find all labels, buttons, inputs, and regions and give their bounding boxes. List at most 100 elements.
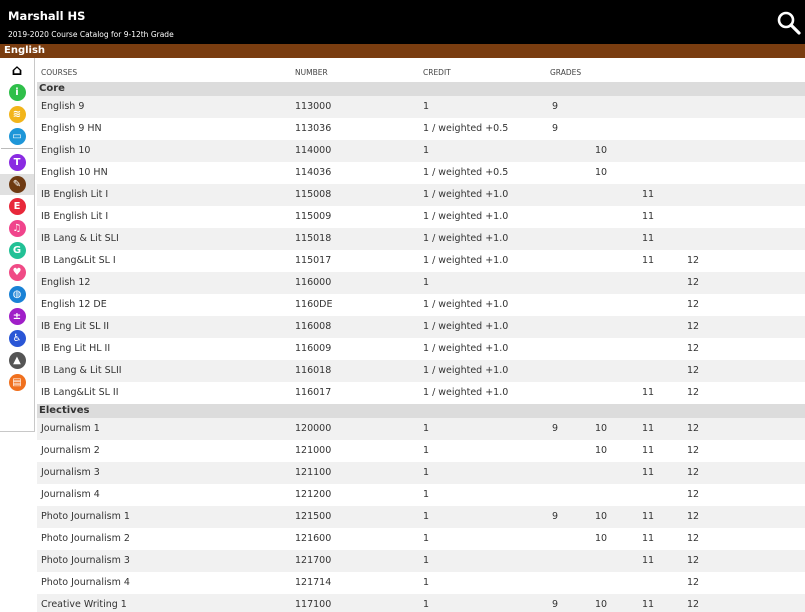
- course-name: Photo Journalism 4: [41, 577, 130, 588]
- grade-11: 11: [642, 423, 655, 434]
- table-row[interactable]: Photo Journalism 1 121500 1 9 10 11 12: [37, 506, 805, 528]
- book-icon: ▭: [8, 128, 26, 145]
- course-name: IB English Lit I: [41, 189, 109, 200]
- sidebar-item-graduation-cap[interactable]: ≋: [0, 104, 34, 125]
- group-header-electives: Electives: [37, 404, 805, 418]
- course-name: English 9 HN: [41, 123, 102, 134]
- course-name: English 12: [41, 277, 91, 288]
- grade-9: 9: [552, 423, 559, 434]
- course-credit: 1: [423, 467, 430, 478]
- translation-icon: T: [8, 154, 26, 171]
- table-row[interactable]: IB Lang & Lit SLII 116018 1 / weighted +1.…: [37, 360, 805, 382]
- table-row[interactable]: Journalism 4 121200 1 12: [37, 484, 805, 506]
- catalog-subtitle: 2019-2020 Course Catalog for 9-12th Grad…: [8, 30, 174, 39]
- table-row[interactable]: IB Lang&Lit SL I 115017 1 / weighted +1.0 1…: [37, 250, 805, 272]
- course-name: Photo Journalism 3: [41, 555, 130, 566]
- course-number: 116008: [295, 321, 332, 332]
- table-row[interactable]: Journalism 1 120000 1 9 10 11 12: [37, 418, 805, 440]
- course-credit: 1: [423, 511, 430, 522]
- table-row[interactable]: Photo Journalism 3 121700 1 11 12: [37, 550, 805, 572]
- table-row[interactable]: IB English Lit I 115008 1 / weighted +1.0 1…: [37, 184, 805, 206]
- sidebar-item-courses[interactable]: ▤: [0, 372, 34, 393]
- sidebar-item-career[interactable]: ▲: [0, 350, 34, 371]
- course-number: 116017: [295, 387, 332, 398]
- sidebar-item-globe[interactable]: ◍: [0, 284, 34, 305]
- table-row[interactable]: IB Lang&Lit SL II 116017 1 / weighted +1.0…: [37, 382, 805, 404]
- table-row[interactable]: IB Eng Lit SL II 116008 1 / weighted +1.0 1…: [37, 316, 805, 338]
- course-number: 115018: [295, 233, 332, 244]
- course-name: Photo Journalism 1: [41, 511, 130, 522]
- table-row[interactable]: English 10 114000 1 10: [37, 140, 805, 162]
- course-credit: 1 / weighted +1.0: [423, 365, 509, 376]
- table-row[interactable]: English 10 HN 114036 1 / weighted +0.5 10: [37, 162, 805, 184]
- course-number: 121100: [295, 467, 332, 478]
- grade-12: 12: [687, 555, 700, 566]
- table-row[interactable]: Journalism 3 121100 1 11 12: [37, 462, 805, 484]
- sidebar-item-heartbeat[interactable]: ♥: [0, 262, 34, 283]
- course-credit: 1 / weighted +1.0: [423, 233, 509, 244]
- grade-11: 11: [642, 511, 655, 522]
- course-number: 114036: [295, 167, 332, 178]
- table-row[interactable]: English 12 DE 1160DE 1 / weighted +1.0 12: [37, 294, 805, 316]
- sidebar-item-book[interactable]: ▭: [0, 126, 34, 147]
- grade-12: 12: [687, 423, 700, 434]
- course-credit: 1 / weighted +0.5: [423, 123, 509, 134]
- course-name: Journalism 3: [41, 467, 100, 478]
- english-e-icon: E: [8, 198, 26, 215]
- grade-11: 11: [642, 533, 655, 544]
- table-row[interactable]: IB Lang & Lit SLI 115018 1 / weighted +1.0…: [37, 228, 805, 250]
- course-credit: 1: [423, 145, 430, 156]
- courses-icon: ▤: [8, 374, 26, 391]
- sidebar-item-accessibility[interactable]: ♿: [0, 328, 34, 349]
- course-name: IB Eng Lit HL II: [41, 343, 111, 354]
- search-icon[interactable]: [776, 10, 802, 36]
- sidebar-item-english-e[interactable]: E: [0, 196, 34, 217]
- table-row[interactable]: Creative Writing 1 117100 1 9 10 11 12: [37, 594, 805, 612]
- course-number: 121600: [295, 533, 332, 544]
- grade-11: 11: [642, 233, 655, 244]
- sidebar-item-math-symbols[interactable]: ±: [0, 306, 34, 327]
- column-header-number[interactable]: NUMBER: [295, 68, 328, 77]
- grade-12: 12: [687, 489, 700, 500]
- table-row[interactable]: IB Eng Lit HL II 116009 1 / weighted +1.0 1…: [37, 338, 805, 360]
- grammar-g-icon: G: [8, 242, 26, 259]
- course-number: 121000: [295, 445, 332, 456]
- course-credit: 1: [423, 555, 430, 566]
- course-credit: 1 / weighted +1.0: [423, 255, 509, 266]
- course-name: Creative Writing 1: [41, 599, 127, 610]
- grade-12: 12: [687, 299, 700, 310]
- table-row[interactable]: IB English Lit I 115009 1 / weighted +1.0 1…: [37, 206, 805, 228]
- course-name: IB Eng Lit SL II: [41, 321, 110, 332]
- grade-10: 10: [595, 511, 608, 522]
- course-number: 116009: [295, 343, 332, 354]
- grade-10: 10: [595, 599, 608, 610]
- sidebar-item-translation[interactable]: T: [0, 152, 34, 173]
- column-header-grades[interactable]: GRADES: [550, 68, 581, 77]
- sidebar-item-music[interactable]: ♫: [0, 218, 34, 239]
- course-name: IB Lang & Lit SLII: [41, 365, 122, 376]
- course-credit: 1: [423, 577, 430, 588]
- table-row[interactable]: Photo Journalism 2 121600 1 10 11 12: [37, 528, 805, 550]
- course-number: 117100: [295, 599, 332, 610]
- table-row[interactable]: English 9 113000 1 9: [37, 96, 805, 118]
- table-row[interactable]: English 12 116000 1 12: [37, 272, 805, 294]
- table-row[interactable]: Journalism 2 121000 1 10 11 12: [37, 440, 805, 462]
- course-credit: 1: [423, 489, 430, 500]
- column-header-credit[interactable]: CREDIT: [423, 68, 451, 77]
- grade-11: 11: [642, 555, 655, 566]
- sidebar-item-grammar-g[interactable]: G: [0, 240, 34, 261]
- grade-9: 9: [552, 101, 559, 112]
- course-number: 121714: [295, 577, 332, 588]
- sidebar-item-pen-nib[interactable]: ✎: [0, 174, 34, 195]
- table-header: COURSES NUMBER CREDIT GRADES: [37, 58, 805, 82]
- sidebar-item-home[interactable]: ⌂: [0, 60, 34, 81]
- course-name: English 10 HN: [41, 167, 108, 178]
- table-row[interactable]: Photo Journalism 4 121714 1 12: [37, 572, 805, 594]
- course-name: Journalism 2: [41, 445, 100, 456]
- career-icon: ▲: [8, 352, 26, 369]
- music-icon: ♫: [8, 220, 26, 237]
- table-row[interactable]: English 9 HN 113036 1 / weighted +0.5 9: [37, 118, 805, 140]
- sidebar-item-info[interactable]: i: [0, 82, 34, 103]
- grade-12: 12: [687, 533, 700, 544]
- column-header-courses[interactable]: COURSES: [41, 68, 77, 77]
